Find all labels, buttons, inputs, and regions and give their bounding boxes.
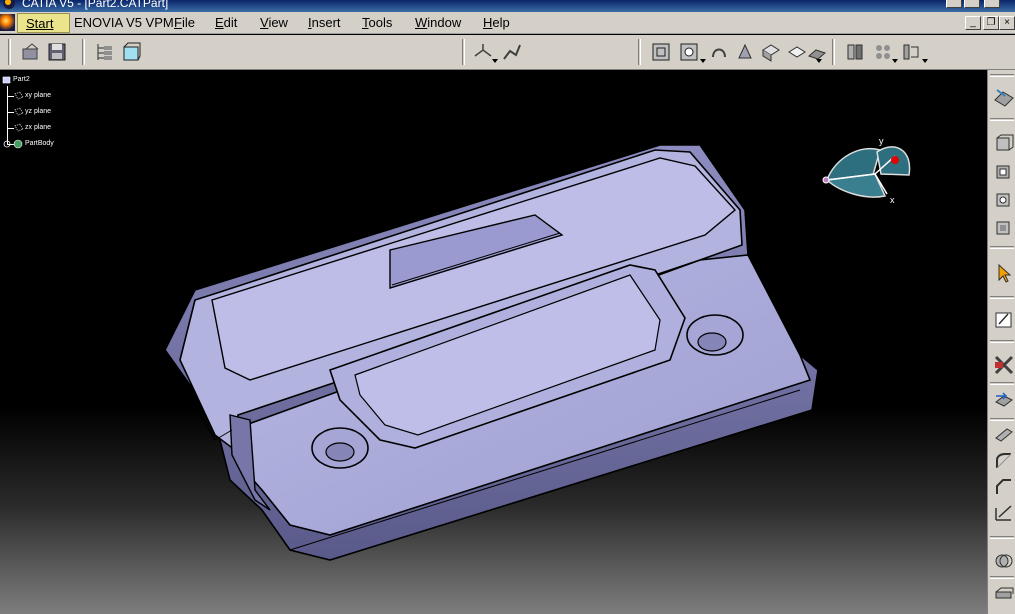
standard-toolbar <box>0 35 1015 70</box>
part-node-icon <box>2 76 11 84</box>
hole-icon[interactable] <box>993 216 1015 238</box>
iso-view-icon[interactable] <box>760 41 782 63</box>
restore-button[interactable] <box>964 0 980 8</box>
axis-dropdown-arrow[interactable] <box>492 59 498 63</box>
sketch-icon[interactable] <box>993 308 1015 330</box>
tree-connector <box>7 96 14 97</box>
measure-icon[interactable] <box>900 41 922 63</box>
pocket-icon[interactable] <box>993 160 1015 182</box>
shaft-icon[interactable] <box>993 188 1015 210</box>
toolbar-separator <box>990 536 1014 539</box>
mdi-restore-button[interactable]: ❐ <box>983 16 999 30</box>
view-dropdown-arrow[interactable] <box>700 59 706 63</box>
plane-icon <box>14 107 24 116</box>
menu-insert[interactable]: Insert <box>308 15 341 30</box>
pad-icon[interactable] <box>993 132 1015 154</box>
toolbar-separator <box>462 39 465 65</box>
sketcher-icon[interactable] <box>20 41 42 63</box>
toolbar-grip <box>990 74 1014 77</box>
workbench-toolbar <box>987 70 1015 614</box>
part-design-workbench-icon[interactable] <box>993 86 1015 108</box>
toolbar-separator <box>990 340 1014 343</box>
save-icon[interactable] <box>46 41 68 63</box>
normal-view-icon[interactable] <box>734 41 756 63</box>
rotate-icon[interactable] <box>708 41 730 63</box>
toolbar-separator <box>990 296 1014 299</box>
visibility-dropdown-arrow[interactable] <box>892 59 898 63</box>
edge-fillet-icon[interactable] <box>993 450 1015 472</box>
shell-icon[interactable] <box>993 502 1015 524</box>
start-menu-button[interactable]: Start <box>17 13 70 33</box>
menu-enovia[interactable]: ENOVIA V5 VPM <box>74 15 174 30</box>
chamfer-icon[interactable] <box>993 476 1015 498</box>
tools-icon[interactable] <box>993 354 1015 376</box>
compass-free-rotation-handle[interactable] <box>891 156 899 164</box>
compass-x-label: x <box>890 195 895 205</box>
toolbar-separator <box>82 39 85 65</box>
mdi-close-button[interactable]: × <box>999 16 1015 30</box>
menu-bar: Start ENOVIA V5 VPM File Edit View Inser… <box>0 12 1015 34</box>
tree-node-zx-plane[interactable]: zx plane <box>25 124 51 131</box>
zoom-icon[interactable] <box>678 41 700 63</box>
boolean-operations-icon[interactable] <box>993 550 1015 572</box>
mdi-minimize-button[interactable]: _ <box>965 16 981 30</box>
tree-connector <box>7 112 14 113</box>
axis-system-icon[interactable] <box>472 41 494 63</box>
window-title: CATIA V5 - [Part2.CATPart] <box>22 0 169 10</box>
swap-space-icon[interactable] <box>872 41 894 63</box>
render-style-icon[interactable] <box>786 41 808 63</box>
tree-node-partbody[interactable]: PartBody <box>25 140 54 147</box>
specification-tree: Part2 xy plane yz plane zx plane PartBod… <box>0 74 120 154</box>
compass-y-label: y <box>879 136 884 146</box>
catia-logo-icon <box>0 14 15 31</box>
catia-app-icon <box>3 0 15 9</box>
toolbar-separator <box>990 418 1014 421</box>
close-button[interactable] <box>984 0 1000 8</box>
measure-dropdown-arrow[interactable] <box>922 59 928 63</box>
menu-file[interactable]: File <box>174 15 195 30</box>
title-bar: CATIA V5 - [Part2.CATPart] <box>0 0 1015 12</box>
3d-viewport[interactable]: Part2 xy plane yz plane zx plane PartBod… <box>0 70 987 614</box>
tree-expand-icon[interactable] <box>94 41 116 63</box>
toolbar-separator <box>990 576 1014 579</box>
menu-tools[interactable]: Tools <box>362 15 392 30</box>
surface-based-feature-icon[interactable] <box>993 584 1015 606</box>
compass-widget[interactable]: y x <box>815 130 920 205</box>
menu-edit[interactable]: Edit <box>215 15 237 30</box>
render-dropdown-arrow[interactable] <box>816 59 822 63</box>
plane-icon <box>14 91 24 100</box>
toolbar-separator <box>990 118 1014 121</box>
menu-help[interactable]: Help <box>483 15 510 30</box>
minimize-button[interactable] <box>946 0 962 8</box>
tree-node-xy-plane[interactable]: xy plane <box>25 92 51 99</box>
tree-node-part2[interactable]: Part2 <box>13 76 30 83</box>
menu-view[interactable]: View <box>260 15 288 30</box>
start-menu-label: Start <box>26 16 54 31</box>
tree-node-yz-plane[interactable]: yz plane <box>25 108 51 115</box>
toolbar-separator <box>638 39 641 65</box>
part-body-icon[interactable] <box>120 41 142 63</box>
hide-show-icon[interactable] <box>844 41 866 63</box>
partbody-icon <box>13 139 23 149</box>
menu-window[interactable]: Window <box>415 15 461 30</box>
toolbar-separator <box>990 246 1014 249</box>
transformation-icon[interactable] <box>993 390 1015 412</box>
toolbar-separator <box>990 382 1014 385</box>
toolbar-grip <box>8 39 11 65</box>
fit-all-icon[interactable] <box>650 41 672 63</box>
tree-connector <box>7 128 14 129</box>
draft-angle-icon[interactable] <box>993 424 1015 446</box>
compass-origin-handle[interactable] <box>822 176 830 184</box>
tree-connector <box>7 86 8 144</box>
select-arrow-icon[interactable] <box>993 262 1015 284</box>
expand-toggle-icon[interactable] <box>2 139 12 149</box>
plane-icon <box>14 123 24 132</box>
toolbar-separator <box>832 39 835 65</box>
product-icon[interactable] <box>500 41 522 63</box>
